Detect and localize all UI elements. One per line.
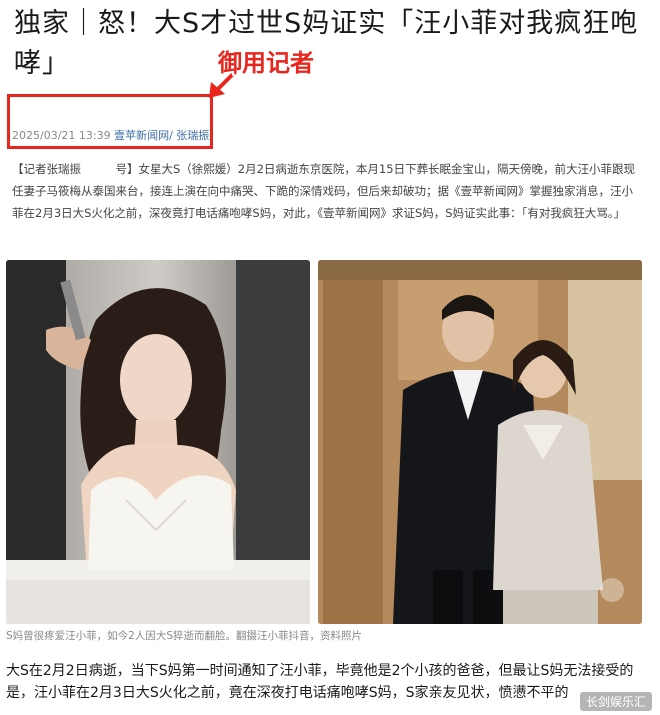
couple-illustration xyxy=(318,260,642,624)
article-paragraph: 【记者张瑞振 号】女星大S（徐熙媛）2月2日病逝东京医院，本月15日下葬长眠金宝… xyxy=(12,162,636,220)
timestamp: 2025/03/21 13:39 xyxy=(12,129,111,142)
photo-caption: S妈曾很疼爱汪小菲，如今2人因大S猝逝而翻脸。翻摄汪小菲抖音，资料照片 xyxy=(6,630,363,642)
stamp-label: 御用记者 xyxy=(218,49,314,77)
photo-couple xyxy=(318,260,642,624)
watermark: 长剑娱乐汇 xyxy=(579,692,652,711)
source-link[interactable]: 壹苹新闻网/ 张瑞振 xyxy=(114,129,209,142)
article-meta: 2025/03/21 13:39 壹苹新闻网/ 张瑞振 xyxy=(12,127,209,143)
body-paragraph: 大S在2月2日病逝，当下S妈第一时间通知了汪小菲，毕竟他是2个小孩的爸爸，但最让… xyxy=(6,663,634,701)
play-icon[interactable] xyxy=(600,578,624,602)
photo-actress xyxy=(6,260,310,624)
actress-illustration xyxy=(6,260,310,624)
